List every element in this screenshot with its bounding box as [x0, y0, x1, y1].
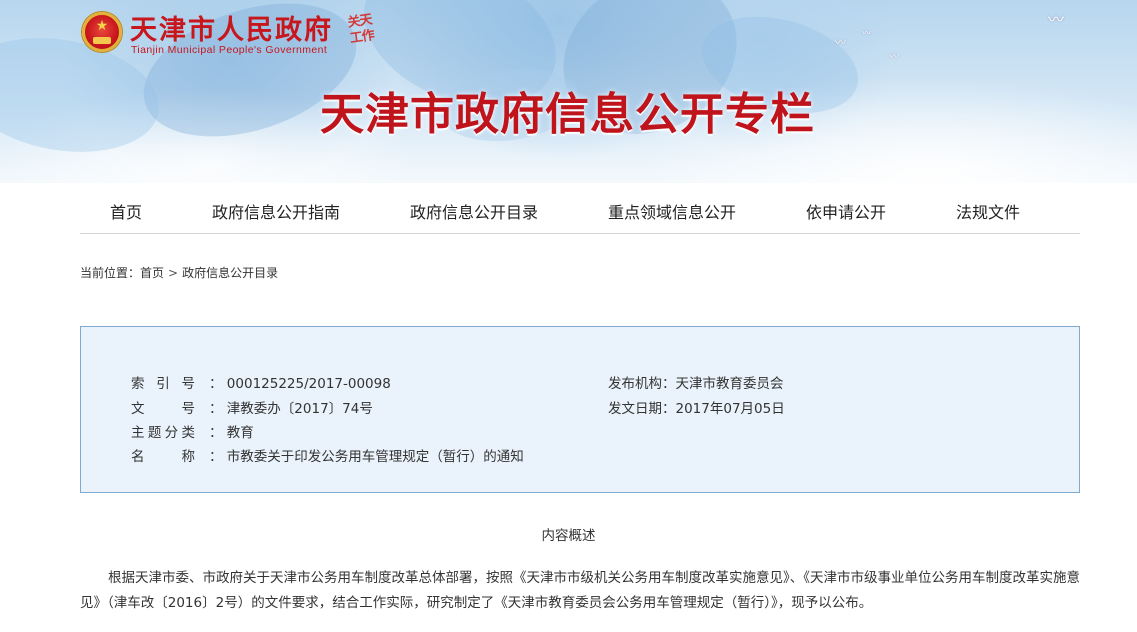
info-value-index: 000125225/2017-00098	[226, 376, 391, 392]
info-label-doc-number: 文号	[131, 401, 195, 417]
nav-item-application[interactable]: 依申请公开	[806, 199, 886, 223]
info-value-date: 2017年07月05日	[675, 401, 785, 417]
label-colon: ：	[209, 449, 223, 465]
site-logo-title[interactable]: 天津市人民政府	[130, 8, 333, 47]
info-row-doc-number: 文号 ： 津教委办〔2017〕74号	[131, 397, 373, 417]
info-value-publisher: 天津市教育委员会	[675, 376, 784, 392]
seal-stamp-logo: 关天 工作	[346, 12, 375, 47]
content-summary-heading: 内容概述	[541, 528, 596, 544]
label-colon: ：	[209, 425, 223, 441]
nav-item-regulations[interactable]: 法规文件	[956, 199, 1020, 223]
nav-item-home[interactable]: 首页	[110, 199, 142, 223]
header-banner: 〰 〰 〰 〰 ★ 天津市人民政府 Tianjin Municipal Peop…	[0, 0, 1137, 183]
info-label-title: 名称	[131, 449, 195, 465]
site-logo-subtitle: Tianjin Municipal People's Government	[131, 44, 328, 56]
info-label-publisher: 发布机构：	[608, 376, 676, 392]
breadcrumb: 当前位置：首页 > 政府信息公开目录	[80, 264, 278, 281]
main-nav: 首页 政府信息公开指南 政府信息公开目录 重点领域信息公开 依申请公开 法规文件	[80, 183, 1080, 234]
breadcrumb-link-home[interactable]: 首页	[140, 266, 164, 280]
document-info-panel: 索引号 ： 000125225/2017-00098 文号 ： 津教委办〔201…	[80, 326, 1080, 493]
dove-icon: 〰	[835, 36, 846, 49]
nav-item-key-areas[interactable]: 重点领域信息公开	[608, 199, 736, 223]
nav-item-guide[interactable]: 政府信息公开指南	[212, 199, 340, 223]
dove-icon: 〰	[862, 29, 872, 39]
breadcrumb-link-catalog[interactable]: 政府信息公开目录	[182, 266, 278, 280]
banner-title: 天津市政府信息公开专栏	[320, 89, 815, 140]
info-label-index: 索引号	[131, 376, 195, 392]
info-row-index: 索引号 ： 000125225/2017-00098	[131, 372, 391, 392]
breadcrumb-separator: >	[168, 265, 179, 280]
info-label-date: 发文日期：	[608, 401, 676, 417]
info-row-topic: 主题分类 ： 教育	[131, 421, 254, 441]
nav-item-catalog[interactable]: 政府信息公开目录	[410, 199, 538, 223]
national-emblem-icon: ★	[82, 12, 122, 52]
content-paragraph: 根据天津市委、市政府关于天津市公务用车制度改革总体部署，按照《天津市市级机关公务…	[80, 570, 1080, 611]
info-row-publisher: 发布机构：天津市教育委员会	[608, 372, 784, 392]
dove-icon: 〰	[1048, 10, 1065, 29]
info-value-topic: 教育	[226, 425, 254, 441]
breadcrumb-prefix: 当前位置：	[80, 266, 141, 280]
info-value-doc-number: 津教委办〔2017〕74号	[226, 401, 373, 417]
info-label-topic: 主题分类	[131, 425, 195, 441]
label-colon: ：	[209, 401, 223, 417]
info-value-title: 市教委关于印发公务用车管理规定（暂行）的通知	[226, 449, 524, 465]
info-row-title: 名称 ： 市教委关于印发公务用车管理规定（暂行）的通知	[131, 445, 524, 465]
info-row-date: 发文日期：2017年07月05日	[608, 397, 785, 417]
label-colon: ：	[209, 376, 223, 392]
dove-icon: 〰	[889, 52, 899, 63]
